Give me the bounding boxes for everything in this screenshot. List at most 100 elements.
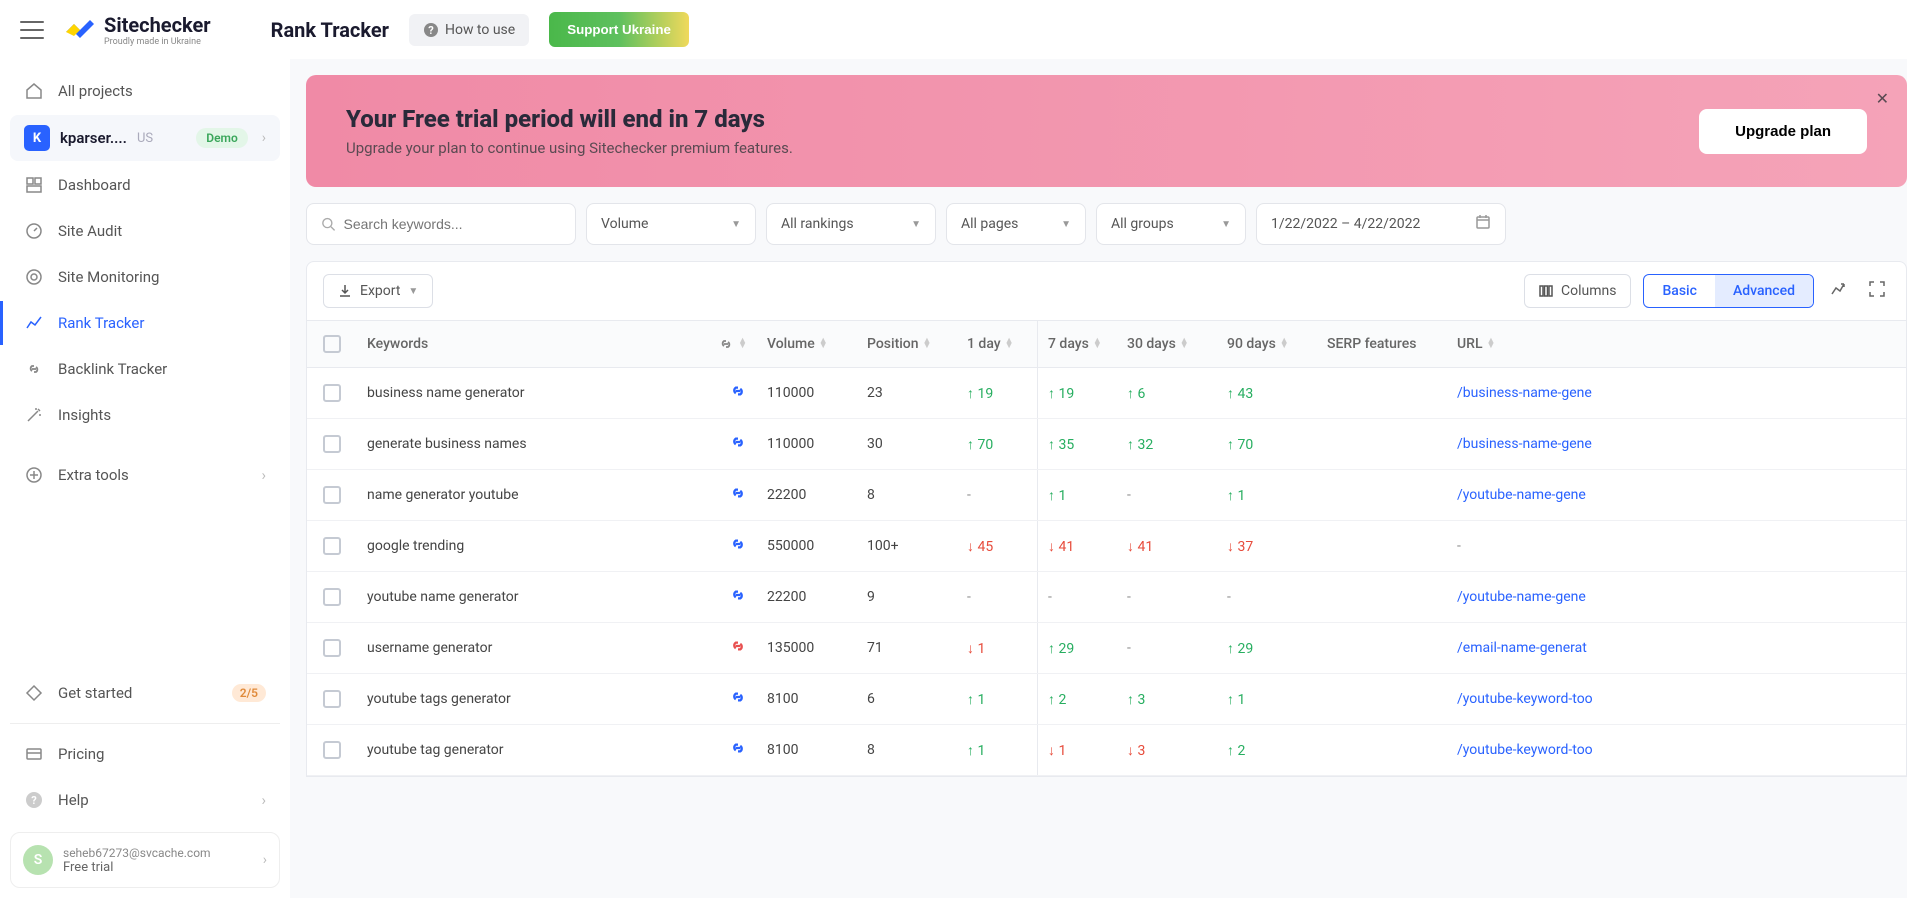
row-checkbox[interactable]	[323, 639, 341, 657]
keyword-cell[interactable]: business name generator	[357, 368, 697, 418]
page-title: Rank Tracker	[271, 18, 389, 42]
keyword-cell[interactable]: youtube tag generator	[357, 725, 697, 775]
dashboard-icon	[24, 175, 44, 195]
volume-cell: 110000	[757, 368, 857, 418]
row-checkbox[interactable]	[323, 384, 341, 402]
row-checkbox[interactable]	[323, 690, 341, 708]
link-icon[interactable]	[729, 484, 747, 506]
url-cell: /youtube-keyword-too	[1447, 725, 1906, 775]
delta-30d-cell: -	[1117, 623, 1217, 673]
delta-7d-cell: ↑ 2	[1037, 674, 1117, 724]
help-circle-icon: ?	[24, 790, 44, 810]
column-link[interactable]: ▲▼	[697, 321, 757, 367]
link-icon[interactable]	[729, 586, 747, 608]
url-link[interactable]: /youtube-keyword-too	[1457, 691, 1593, 707]
sidebar-rank-tracker[interactable]: Rank Tracker	[10, 301, 280, 345]
keyword-cell[interactable]: youtube name generator	[357, 572, 697, 622]
keyword-cell[interactable]: username generator	[357, 623, 697, 673]
volume-cell: 550000	[757, 521, 857, 571]
column-serp[interactable]: SERP features	[1317, 321, 1447, 367]
column-30days[interactable]: 30 days▲▼	[1117, 321, 1217, 367]
url-link[interactable]: /youtube-keyword-too	[1457, 742, 1593, 758]
url-cell: /business-name-gene	[1447, 368, 1906, 418]
column-url[interactable]: URL▲▼	[1447, 321, 1906, 367]
search-keywords-input[interactable]	[306, 203, 576, 245]
groups-filter[interactable]: All groups▼	[1096, 203, 1246, 245]
chevron-right-icon: ›	[263, 852, 267, 868]
table-row: name generator youtube 22200 8 - ↑ 1 - ↑…	[307, 470, 1906, 521]
sidebar-backlink-tracker[interactable]: Backlink Tracker	[10, 347, 280, 391]
url-link[interactable]: /email-name-generat	[1457, 640, 1587, 656]
url-link[interactable]: /youtube-name-gene	[1457, 487, 1586, 503]
delta-30d-cell: ↓ 41	[1117, 521, 1217, 571]
project-selector[interactable]: K kparser.... US Demo ›	[10, 115, 280, 161]
keyword-cell[interactable]: youtube tags generator	[357, 674, 697, 724]
link-icon[interactable]	[729, 637, 747, 659]
delta-7d-cell: ↑ 29	[1037, 623, 1117, 673]
delta-90d-cell: ↑ 29	[1217, 623, 1317, 673]
position-cell: 9	[857, 572, 957, 622]
sidebar-insights[interactable]: Insights	[10, 393, 280, 437]
sidebar-help[interactable]: ? Help ›	[10, 778, 280, 822]
sidebar-extra-tools[interactable]: Extra tools ›	[10, 453, 280, 497]
chevron-down-icon: ▼	[1221, 219, 1231, 230]
position-cell: 8	[857, 470, 957, 520]
column-1day[interactable]: 1 day▲▼	[957, 321, 1037, 367]
serp-cell	[1317, 419, 1447, 469]
row-checkbox[interactable]	[323, 537, 341, 555]
row-checkbox[interactable]	[323, 435, 341, 453]
chart-expand-icon[interactable]	[1826, 276, 1852, 306]
delta-1d-cell: ↑ 19	[957, 368, 1037, 418]
column-volume[interactable]: Volume▲▼	[757, 321, 857, 367]
logo[interactable]: Sitechecker Proudly made in Ukraine	[64, 13, 211, 47]
row-checkbox[interactable]	[323, 741, 341, 759]
columns-button[interactable]: Columns	[1524, 274, 1631, 308]
keyword-cell[interactable]: generate business names	[357, 419, 697, 469]
serp-cell	[1317, 623, 1447, 673]
keyword-cell[interactable]: name generator youtube	[357, 470, 697, 520]
column-keywords[interactable]: Keywords	[357, 321, 697, 367]
sidebar-dashboard[interactable]: Dashboard	[10, 163, 280, 207]
sidebar-site-monitoring[interactable]: Site Monitoring	[10, 255, 280, 299]
volume-filter[interactable]: Volume▼	[586, 203, 756, 245]
select-all-checkbox[interactable]	[323, 335, 341, 353]
column-7days[interactable]: 7 days▲▼	[1037, 321, 1117, 367]
keyword-cell[interactable]: google trending	[357, 521, 697, 571]
rankings-filter[interactable]: All rankings▼	[766, 203, 936, 245]
date-range-filter[interactable]: 1/22/2022 – 4/22/2022	[1256, 203, 1506, 245]
advanced-toggle[interactable]: Advanced	[1715, 275, 1813, 307]
position-cell: 71	[857, 623, 957, 673]
close-icon[interactable]: ✕	[1876, 89, 1889, 108]
table-row: youtube tag generator 8100 8 ↑ 1 ↓ 1 ↓ 3…	[307, 725, 1906, 776]
how-to-use-button[interactable]: ? How to use	[409, 14, 529, 46]
sidebar-all-projects[interactable]: All projects	[10, 69, 280, 113]
sidebar-pricing[interactable]: Pricing	[10, 732, 280, 776]
sidebar-get-started[interactable]: Get started 2/5	[10, 671, 280, 715]
url-link[interactable]: /youtube-name-gene	[1457, 589, 1586, 605]
delta-1d-cell: -	[957, 572, 1037, 622]
column-90days[interactable]: 90 days▲▼	[1217, 321, 1317, 367]
link-icon[interactable]	[729, 382, 747, 404]
row-checkbox[interactable]	[323, 486, 341, 504]
link-icon[interactable]	[729, 433, 747, 455]
pages-filter[interactable]: All pages▼	[946, 203, 1086, 245]
basic-toggle[interactable]: Basic	[1644, 275, 1714, 307]
url-link[interactable]: /business-name-gene	[1457, 436, 1592, 452]
export-button[interactable]: Export ▼	[323, 274, 433, 308]
support-ukraine-button[interactable]: Support Ukraine	[549, 12, 689, 47]
column-position[interactable]: Position▲▼	[857, 321, 957, 367]
fullscreen-icon[interactable]	[1864, 276, 1890, 306]
menu-toggle[interactable]	[20, 21, 44, 39]
url-link[interactable]: /business-name-gene	[1457, 385, 1592, 401]
user-card[interactable]: S seheb67273@svcache.com Free trial ›	[10, 832, 280, 888]
sidebar: All projects K kparser.... US Demo › Das…	[0, 59, 290, 898]
user-email: seheb67273@svcache.com	[63, 846, 211, 860]
sidebar-site-audit[interactable]: Site Audit	[10, 209, 280, 253]
link-icon[interactable]	[729, 535, 747, 557]
link-icon[interactable]	[729, 688, 747, 710]
upgrade-plan-button[interactable]: Upgrade plan	[1699, 109, 1867, 154]
logo-icon	[64, 18, 96, 42]
row-checkbox[interactable]	[323, 588, 341, 606]
help-icon: ?	[423, 22, 439, 38]
link-icon[interactable]	[729, 739, 747, 761]
